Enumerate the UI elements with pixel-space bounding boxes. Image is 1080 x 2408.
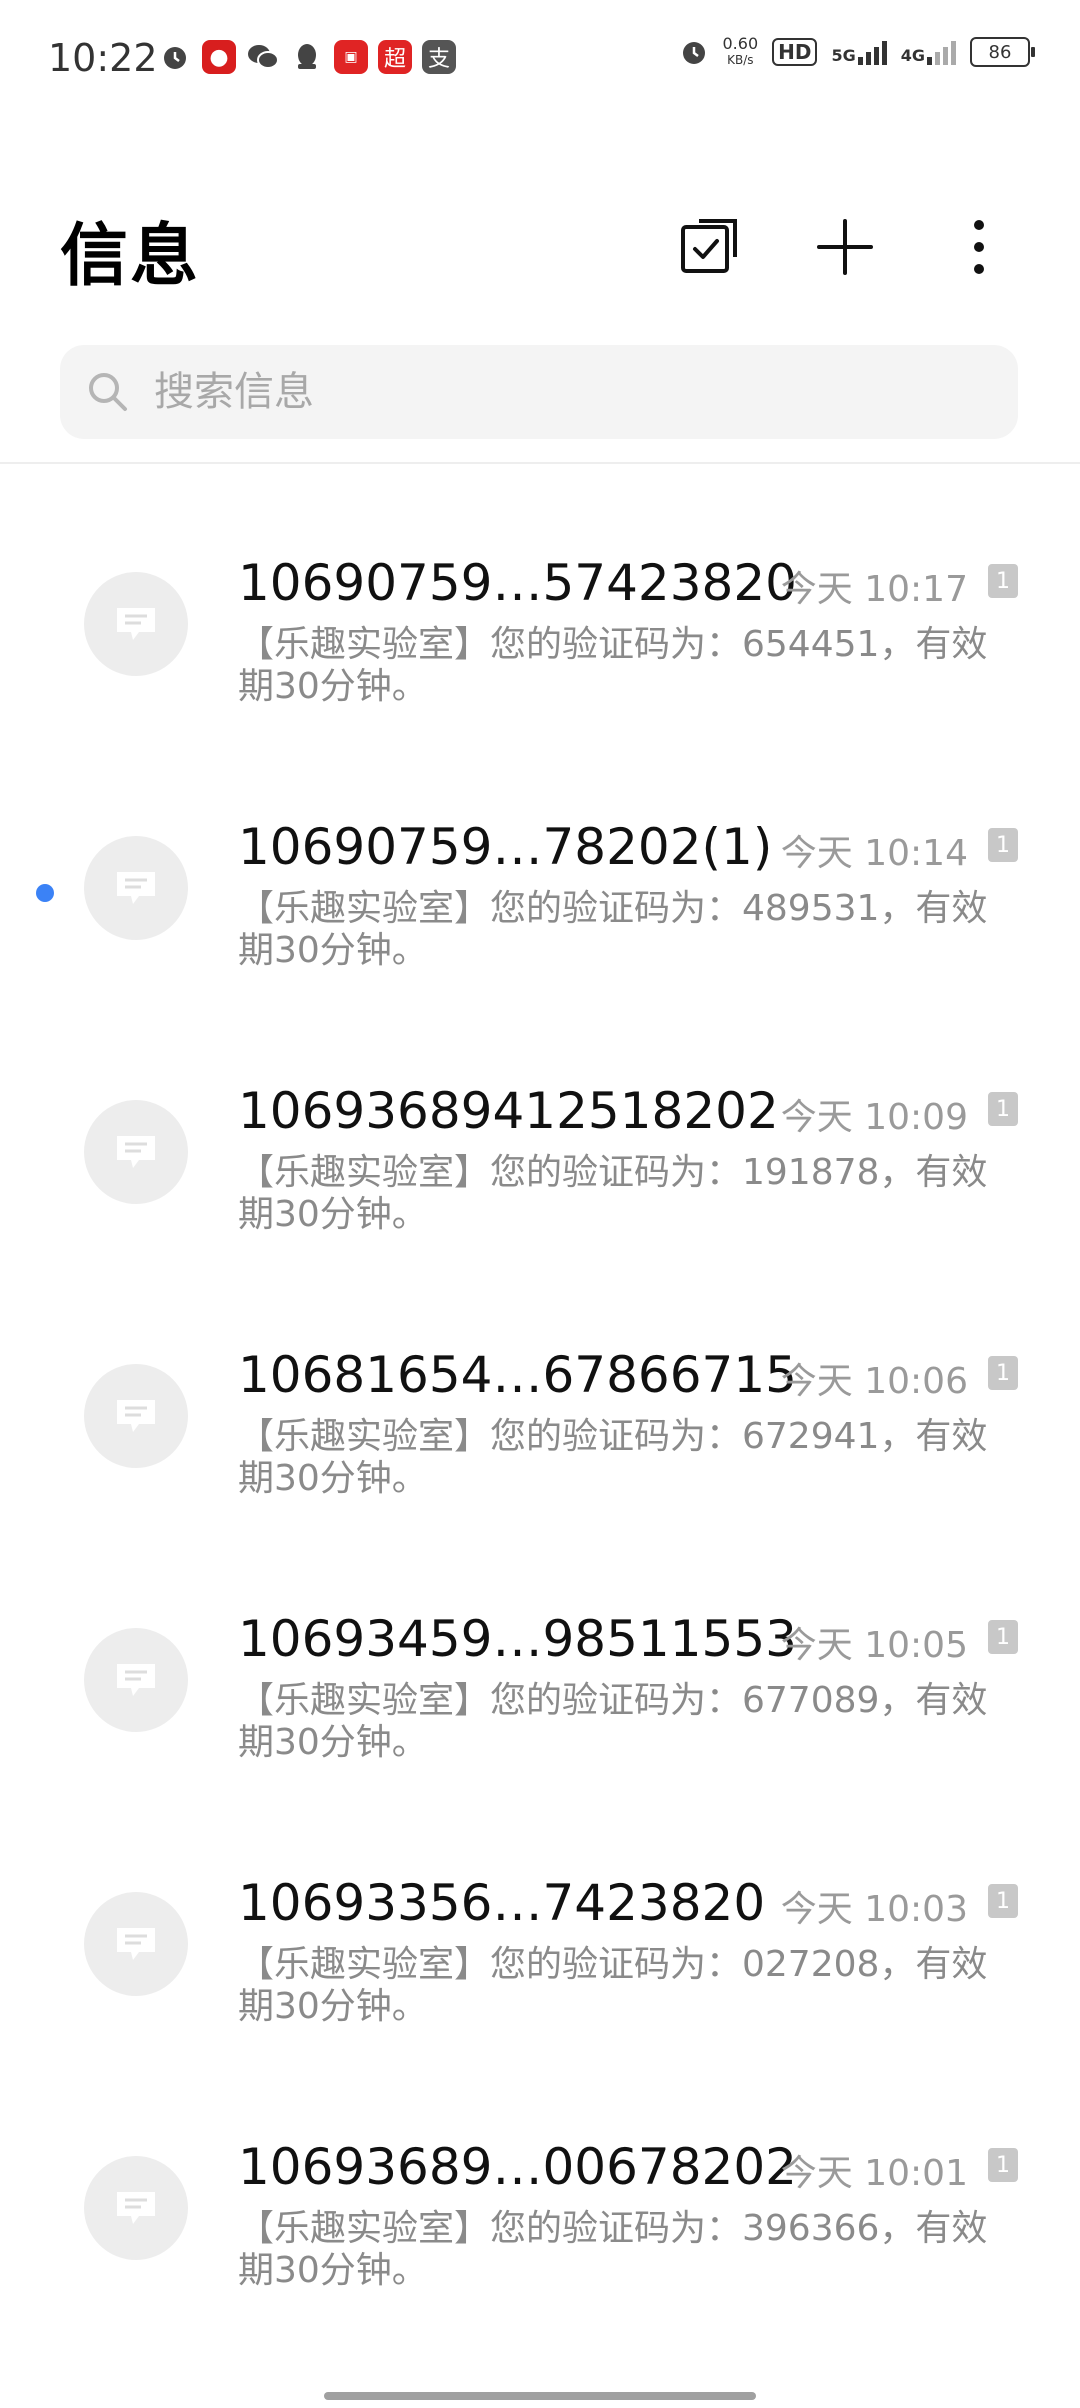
home-indicator[interactable] <box>324 2392 756 2400</box>
divider <box>0 462 1080 464</box>
notification-icons: ● ▣ 超 支 <box>158 40 456 74</box>
plus-icon <box>817 219 873 275</box>
message-bubble-icon <box>117 1928 155 1960</box>
message-bubble-icon <box>117 872 155 904</box>
avatar <box>84 2156 188 2260</box>
sim-card-icon: 1 <box>988 1356 1018 1390</box>
message-time: 今天 10:05 <box>780 1625 968 1666</box>
message-time: 今天 10:01 <box>780 2153 968 2194</box>
message-bubble-icon <box>117 608 155 640</box>
sim-card-icon: 1 <box>988 2148 1018 2182</box>
message-row[interactable]: 10690759…78202(1) 今天 10:14 1 【乐趣实验室】您的验证… <box>0 764 1080 1028</box>
alarm-icon <box>158 40 192 74</box>
sender-name: 10693689412518202 <box>238 1082 779 1140</box>
page-title: 信息 <box>60 217 201 296</box>
sim-card-icon: 1 <box>988 1884 1018 1918</box>
batch-select-button[interactable] <box>674 212 744 282</box>
message-preview: 【乐趣实验室】您的验证码为：396366，有效期30分钟。 <box>238 2208 988 2291</box>
message-row[interactable]: 10681654…67866715 今天 10:06 1 【乐趣实验室】您的验证… <box>0 1292 1080 1556</box>
message-preview: 【乐趣实验室】您的验证码为：654451，有效期30分钟。 <box>238 624 988 707</box>
hd-badge: HD <box>772 38 818 66</box>
message-preview: 【乐趣实验室】您的验证码为：191878，有效期30分钟。 <box>238 1152 988 1235</box>
super-app-icon: 超 <box>378 40 412 74</box>
message-bubble-icon <box>117 2192 155 2224</box>
avatar <box>84 572 188 676</box>
battery-icon: 86 <box>970 37 1035 67</box>
message-preview: 【乐趣实验室】您的验证码为：672941，有效期30分钟。 <box>238 1416 988 1499</box>
alarm-icon <box>682 42 705 64</box>
avatar <box>84 1100 188 1204</box>
search-bar[interactable] <box>60 345 1018 439</box>
message-bubble-icon <box>117 1136 155 1168</box>
signal-4g: 4G <box>901 39 956 65</box>
wechat-icon <box>246 40 280 74</box>
app-notification-icon: ● <box>202 40 236 74</box>
message-bubble-icon <box>117 1664 155 1696</box>
sim-card-icon: 1 <box>988 1092 1018 1126</box>
message-time: 今天 10:06 <box>780 1361 968 1402</box>
search-icon <box>89 373 127 411</box>
message-time: 今天 10:09 <box>780 1097 968 1138</box>
sender-name: 10681654…67866715 <box>238 1346 797 1404</box>
signal-bars-icon <box>857 39 887 65</box>
message-row[interactable]: 10690759…57423820 今天 10:17 1 【乐趣实验室】您的验证… <box>0 500 1080 764</box>
signal-bars-icon <box>927 39 956 65</box>
message-time: 今天 10:17 <box>780 569 968 610</box>
status-time: 10:22 <box>48 36 158 80</box>
message-time: 今天 10:03 <box>780 1889 968 1930</box>
message-preview: 【乐趣实验室】您的验证码为：677089，有效期30分钟。 <box>238 1680 988 1763</box>
alipay-icon: 支 <box>422 40 456 74</box>
qq-icon <box>290 40 324 74</box>
sim-card-icon: 1 <box>988 828 1018 862</box>
avatar <box>84 836 188 940</box>
system-status: 0.60 KB/s HD 5G 4G 86 <box>679 34 1035 68</box>
avatar <box>84 1628 188 1732</box>
sender-name: 10690759…57423820 <box>238 554 797 612</box>
sender-name: 10693356…7423820 <box>238 1874 766 1932</box>
search-input[interactable] <box>152 368 936 416</box>
message-time: 今天 10:14 <box>780 833 968 874</box>
sim-card-icon: 1 <box>988 1620 1018 1654</box>
sim-card-icon: 1 <box>988 564 1018 598</box>
more-vertical-icon <box>974 220 984 274</box>
status-bar: 10:22 ● ▣ 超 支 0.60 KB/s HD 5G 4G 86 <box>0 0 1080 120</box>
avatar <box>84 1892 188 1996</box>
sender-name: 10693459…98511553 <box>238 1610 797 1668</box>
message-row[interactable]: 10693356…7423820 今天 10:03 1 【乐趣实验室】您的验证码… <box>0 1820 1080 2084</box>
message-list: 10690759…57423820 今天 10:17 1 【乐趣实验室】您的验证… <box>0 500 1080 2348</box>
sender-name: 10690759…78202(1) <box>238 818 773 876</box>
message-row[interactable]: 10693689412518202 今天 10:09 1 【乐趣实验室】您的验证… <box>0 1028 1080 1292</box>
network-speed: 0.60 KB/s <box>722 34 759 68</box>
more-options-button[interactable] <box>944 212 1014 282</box>
new-message-button[interactable] <box>810 212 880 282</box>
avatar <box>84 1364 188 1468</box>
message-row[interactable]: 10693459…98511553 今天 10:05 1 【乐趣实验室】您的验证… <box>0 1556 1080 1820</box>
checkbox-edit-icon <box>681 219 737 273</box>
sender-name: 10693689…00678202 <box>238 2138 797 2196</box>
message-preview: 【乐趣实验室】您的验证码为：489531，有效期30分钟。 <box>238 888 988 971</box>
unread-indicator <box>36 884 54 902</box>
message-bubble-icon <box>117 1400 155 1432</box>
message-preview: 【乐趣实验室】您的验证码为：027208，有效期30分钟。 <box>238 1944 988 2027</box>
message-row[interactable]: 10693689…00678202 今天 10:01 1 【乐趣实验室】您的验证… <box>0 2084 1080 2348</box>
signal-5g: 5G <box>831 39 887 65</box>
shopping-app-icon: ▣ <box>334 40 368 74</box>
